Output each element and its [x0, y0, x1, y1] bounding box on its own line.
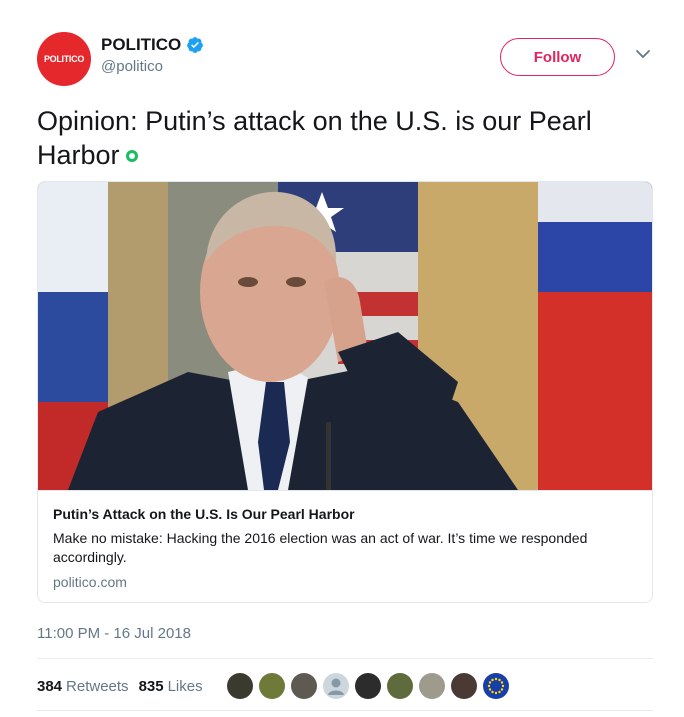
stats-divider-bottom — [37, 710, 653, 711]
retweets-count: 384 — [37, 677, 63, 695]
retweets-stat[interactable]: 384 Retweets — [37, 678, 129, 695]
liker-avatar[interactable] — [386, 673, 413, 699]
user-handle[interactable]: @politico — [101, 58, 204, 75]
verified-badge-icon — [187, 37, 204, 53]
card-body[interactable]: Putin’s Attack on the U.S. Is Our Pearl … — [38, 490, 652, 590]
card-domain: politico.com — [53, 574, 127, 590]
liker-avatar[interactable] — [226, 673, 253, 699]
likes-label: Likes — [167, 677, 203, 695]
link-card[interactable]: Putin’s Attack on the U.S. Is Our Pearl … — [37, 181, 653, 603]
default-profile-icon — [327, 678, 344, 695]
tweet-text: Opinion: Putin’s attack on the U.S. is o… — [37, 104, 657, 172]
tweet-header: POLITICO POLITICO @politico Follow — [37, 32, 650, 88]
eu-stars-icon — [487, 677, 504, 695]
liker-avatar[interactable] — [258, 673, 285, 699]
retweets-label: Retweets — [66, 677, 129, 695]
card-title[interactable]: Putin’s Attack on the U.S. Is Our Pearl … — [53, 505, 639, 523]
likes-count: 835 — [138, 677, 164, 695]
liker-avatars — [226, 673, 509, 699]
liker-avatar[interactable] — [418, 673, 445, 699]
liker-avatar[interactable] — [450, 673, 477, 699]
follow-button[interactable]: Follow — [500, 38, 615, 76]
liker-avatar[interactable] — [322, 673, 349, 699]
tweet-text-content: Opinion: Putin’s attack on the U.S. is o… — [37, 106, 592, 170]
card-description: Make no mistake: Hacking the 2016 electi… — [53, 530, 588, 565]
card-image[interactable] — [38, 182, 653, 490]
author-block[interactable]: POLITICO @politico — [101, 35, 204, 75]
liker-avatar[interactable] — [482, 673, 509, 699]
liker-avatar[interactable] — [354, 673, 381, 699]
chevron-down-icon[interactable] — [635, 46, 651, 62]
likes-stat[interactable]: 835 Likes — [139, 678, 203, 695]
link-indicator-icon — [125, 149, 138, 162]
tweet-timestamp[interactable]: 11:00 PM - 16 Jul 2018 — [37, 625, 191, 642]
tweet-stats: 384 Retweets 835 Likes — [37, 671, 509, 701]
avatar-logo-text: POLITICO — [43, 54, 85, 64]
stats-divider-top — [37, 658, 653, 659]
liker-avatar[interactable] — [290, 673, 317, 699]
avatar[interactable]: POLITICO — [37, 32, 91, 86]
display-name[interactable]: POLITICO — [101, 35, 181, 55]
